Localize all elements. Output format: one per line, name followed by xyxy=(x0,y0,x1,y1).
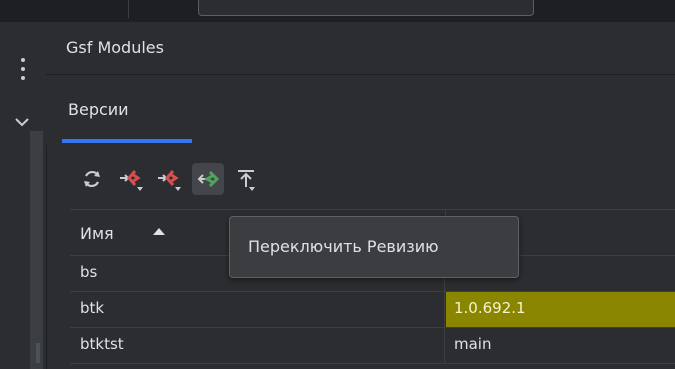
tooltip: Переключить Ревизию xyxy=(229,216,519,278)
arrow-red-out-icon xyxy=(158,170,181,191)
tooltip-text: Переключить Ревизию xyxy=(248,237,439,256)
compare-red-button[interactable] xyxy=(114,163,146,195)
compare-red-2-button[interactable] xyxy=(152,163,184,195)
column-header-name[interactable]: Имя xyxy=(80,224,114,243)
panel-title: Gsf Modules xyxy=(66,38,164,57)
row-name: btk xyxy=(80,299,105,317)
row-name: bs xyxy=(80,263,98,281)
collapse-button[interactable] xyxy=(230,163,262,195)
row-revision: main xyxy=(454,335,492,353)
switch-revision-icon xyxy=(197,170,220,188)
panel-header: Gsf Modules xyxy=(46,22,675,75)
scrollbar-track[interactable] xyxy=(30,131,43,369)
top-left-cell xyxy=(0,0,129,18)
arrow-red-in-icon xyxy=(120,170,143,191)
tab-versions[interactable]: Версии xyxy=(54,75,192,145)
scrollbar-thumb[interactable] xyxy=(36,343,40,363)
toolbar xyxy=(70,155,675,209)
refresh-icon xyxy=(84,170,100,188)
row-name: btktst xyxy=(80,335,124,353)
refresh-button[interactable] xyxy=(76,163,108,195)
collapse-top-icon xyxy=(238,170,255,191)
table-row[interactable]: btktst main xyxy=(70,328,675,364)
sort-ascending-icon xyxy=(153,228,165,235)
tab-selected-indicator xyxy=(62,139,192,143)
more-options-icon[interactable] xyxy=(14,58,32,80)
switch-revision-button[interactable] xyxy=(192,163,224,195)
top-bar xyxy=(0,0,675,22)
search-field[interactable] xyxy=(198,0,534,16)
table-row[interactable]: btk 1.0.692.1 xyxy=(70,292,675,328)
tab-versions-label: Версии xyxy=(68,100,129,119)
tab-bar: Версии xyxy=(46,75,675,145)
row-revision: 1.0.692.1 xyxy=(454,299,526,317)
